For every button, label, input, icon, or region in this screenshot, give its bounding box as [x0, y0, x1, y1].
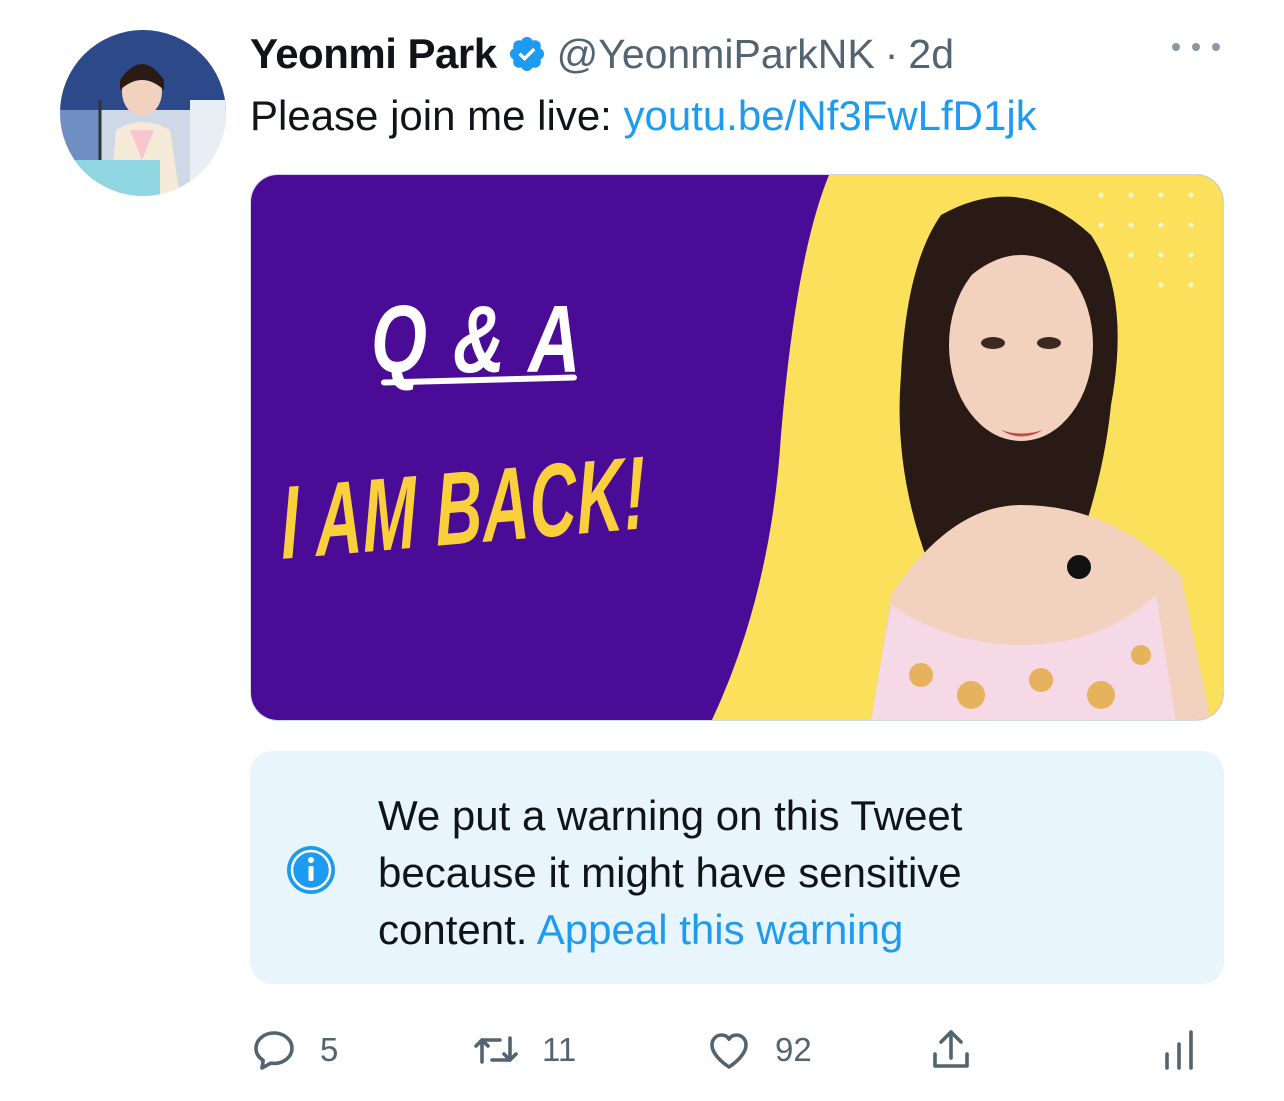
- reply-count: 5: [320, 1031, 339, 1068]
- info-icon: [287, 846, 335, 894]
- tweet-actions: 5 11 92: [250, 1020, 1210, 1080]
- thumbnail-graphic: [251, 175, 1223, 720]
- separator: ·: [884, 30, 899, 77]
- analytics-button[interactable]: [1155, 1020, 1203, 1080]
- tweet-header: Yeonmi Park @YeonmiParkNK · 2d: [250, 26, 954, 82]
- retweet-button[interactable]: 11: [472, 1020, 576, 1080]
- handle[interactable]: @YeonmiParkNK: [557, 31, 875, 78]
- retweet-icon: [474, 1036, 518, 1064]
- retweet-count: 11: [542, 1031, 577, 1068]
- like-count: 92: [775, 1031, 812, 1068]
- tweet-text-prefix: Please join me live:: [250, 92, 624, 139]
- like-icon: [710, 1033, 748, 1069]
- warning-text: We put a warning on this Tweet because i…: [378, 787, 1098, 958]
- avatar[interactable]: [60, 30, 226, 196]
- appeal-warning-link[interactable]: Appeal this warning: [537, 906, 904, 953]
- sensitive-content-warning: We put a warning on this Tweet because i…: [250, 751, 1224, 984]
- analytics-icon: [1165, 1030, 1193, 1070]
- reply-icon: [254, 1031, 294, 1070]
- share-icon: [933, 1030, 969, 1068]
- reply-button[interactable]: 5: [250, 1020, 338, 1080]
- tweet-link[interactable]: youtu.be/Nf3FwLfD1jk: [624, 92, 1037, 139]
- display-name[interactable]: Yeonmi Park: [250, 30, 497, 78]
- share-button[interactable]: [927, 1020, 975, 1080]
- more-icon[interactable]: [1172, 32, 1220, 62]
- media-thumbnail[interactable]: Q & A I AM BACK!: [250, 174, 1224, 721]
- avatar-photo: [60, 30, 226, 196]
- like-button[interactable]: 92: [705, 1020, 812, 1080]
- verified-badge-icon: [509, 36, 544, 72]
- tweet-text: Please join me live: youtu.be/Nf3FwLfD1j…: [250, 92, 1037, 140]
- timestamp[interactable]: 2d: [908, 31, 954, 78]
